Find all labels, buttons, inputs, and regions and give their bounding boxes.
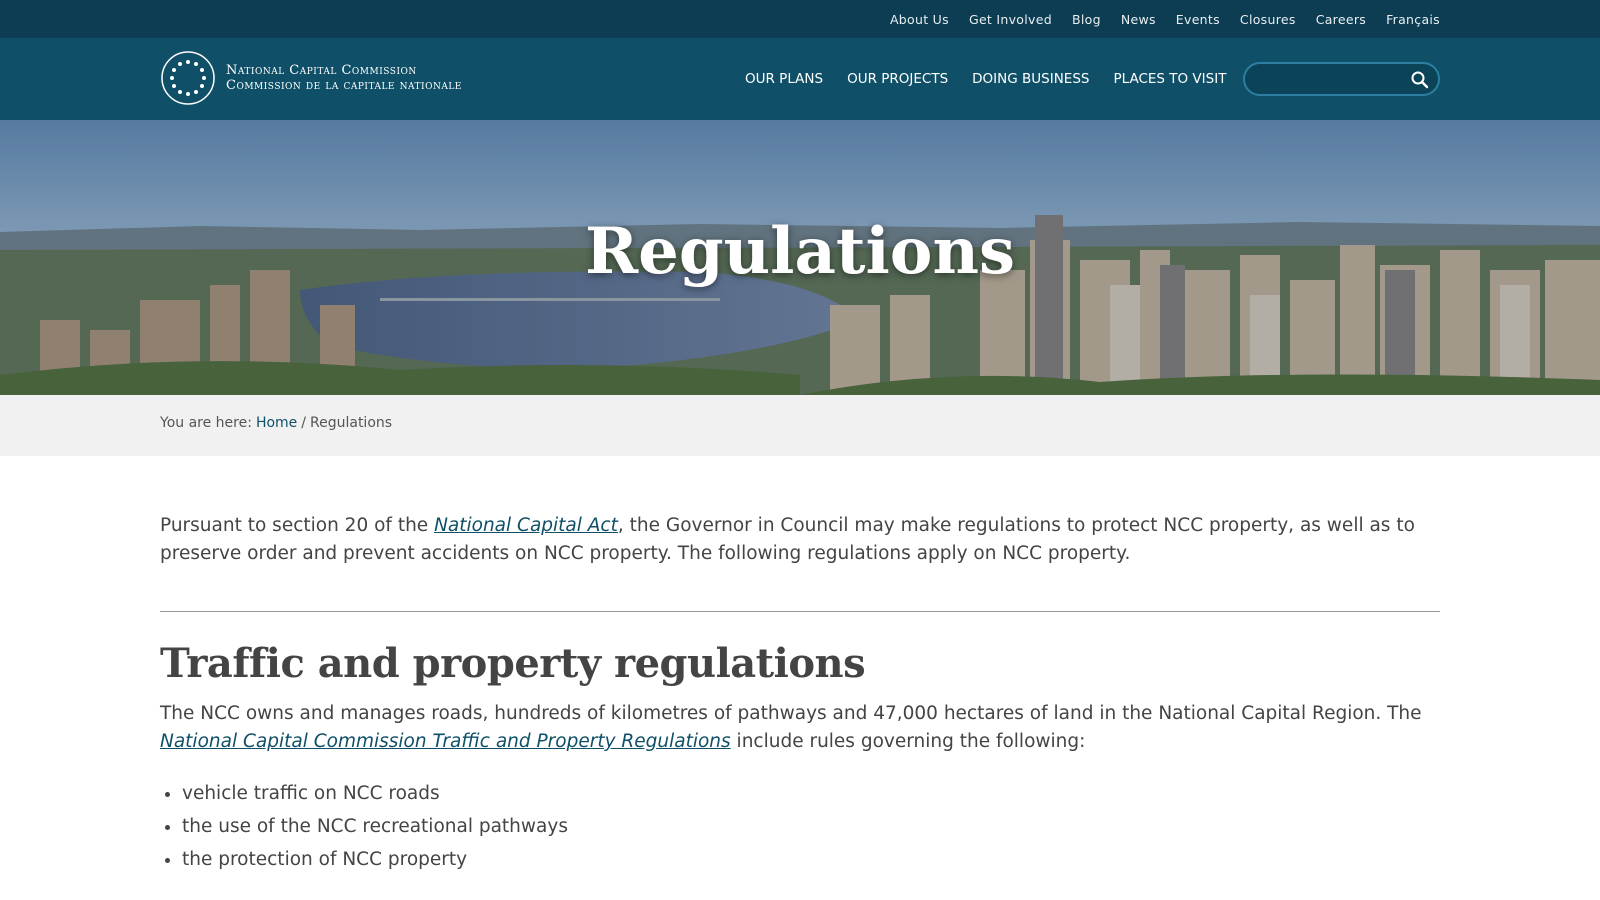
- nav-our-projects[interactable]: OUR PROJECTS: [847, 71, 948, 87]
- utility-link-events[interactable]: Events: [1176, 12, 1220, 27]
- section-paragraph: The NCC owns and manages roads, hundreds…: [160, 700, 1440, 756]
- logo-line-en: National Capital Commission: [226, 63, 417, 78]
- breadcrumb-prefix: You are here:: [160, 415, 252, 431]
- utility-link-closures[interactable]: Closures: [1240, 12, 1296, 27]
- utility-link-language[interactable]: Français: [1386, 12, 1440, 27]
- logo-line-fr: Commission de la capitale nationale: [226, 78, 462, 93]
- traffic-property-regulations-link[interactable]: National Capital Commission Traffic and …: [160, 731, 731, 752]
- breadcrumb-separator: /: [301, 415, 306, 431]
- breadcrumb-home-link[interactable]: Home: [256, 415, 297, 431]
- utility-nav: About Us Get Involved Blog News Events C…: [890, 0, 1440, 38]
- section-divider: [160, 611, 1440, 612]
- search-icon[interactable]: [1410, 70, 1430, 90]
- list-item: the use of the NCC recreational pathways: [182, 810, 568, 843]
- utility-link-news[interactable]: News: [1121, 12, 1156, 27]
- search-box: [1243, 62, 1440, 96]
- intro-paragraph: Pursuant to section 20 of the National C…: [160, 512, 1440, 568]
- national-capital-act-link[interactable]: National Capital Act: [434, 515, 618, 536]
- utility-link-careers[interactable]: Careers: [1316, 12, 1366, 27]
- intro-text-before: Pursuant to section 20 of the: [160, 515, 435, 536]
- utility-link-get-involved[interactable]: Get Involved: [969, 12, 1052, 27]
- search-input[interactable]: [1257, 70, 1407, 90]
- ncc-logo-icon: [161, 51, 215, 105]
- breadcrumb: You are here: Home / Regulations: [160, 415, 392, 431]
- utility-link-blog[interactable]: Blog: [1072, 12, 1101, 27]
- regulation-list: vehicle traffic on NCC roads the use of …: [182, 777, 568, 876]
- nav-doing-business[interactable]: DOING BUSINESS: [972, 71, 1089, 87]
- breadcrumb-bar: You are here: Home / Regulations: [0, 395, 1600, 456]
- breadcrumb-current: Regulations: [310, 415, 393, 431]
- nav-places-to-visit[interactable]: PLACES TO VISIT: [1113, 71, 1226, 87]
- list-item: the protection of NCC property: [182, 843, 568, 876]
- nav-our-plans[interactable]: OUR PLANS: [745, 71, 823, 87]
- section-text-after: include rules governing the following:: [730, 731, 1086, 752]
- list-item: vehicle traffic on NCC roads: [182, 777, 568, 810]
- utility-bar: About Us Get Involved Blog News Events C…: [0, 0, 1600, 38]
- hero-banner: Regulations: [0, 120, 1600, 395]
- main-nav: OUR PLANS OUR PROJECTS DOING BUSINESS PL…: [745, 38, 1226, 120]
- section-text-before: The NCC owns and manages roads, hundreds…: [160, 703, 1422, 724]
- section-title: Traffic and property regulations: [160, 640, 866, 687]
- page-title: Regulations: [584, 214, 1016, 289]
- main-header: National Capital Commission Commission d…: [0, 38, 1600, 120]
- site-logo[interactable]: National Capital Commission Commission d…: [160, 50, 462, 106]
- logo-text: National Capital Commission Commission d…: [226, 63, 462, 93]
- utility-link-about-us[interactable]: About Us: [890, 12, 949, 27]
